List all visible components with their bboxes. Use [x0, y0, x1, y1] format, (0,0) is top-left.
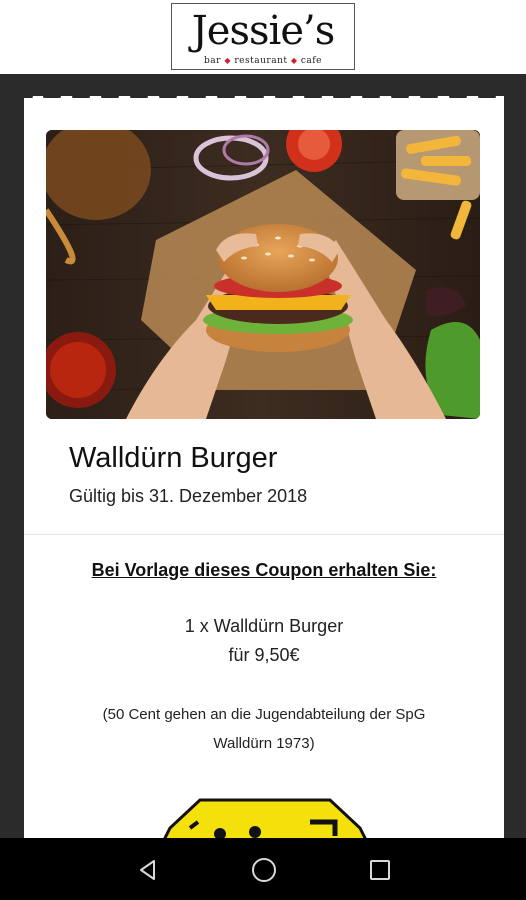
back-icon[interactable] [132, 854, 164, 886]
jessies-logo[interactable]: Jessie’s bar ◆ restaurant ◆ cafe [171, 3, 355, 70]
offer-heading: Bei Vorlage dieses Coupon erhalten Sie: [91, 560, 437, 580]
coupon-card: Walldürn Burger Gültig bis 31. Dezember … [24, 98, 504, 838]
android-navbar [0, 838, 526, 900]
burger-image [46, 130, 480, 419]
left-margin [0, 74, 24, 838]
coupon-validity: Gültig bis 31. Dezember 2018 [69, 486, 308, 506]
tagline-bar: bar [204, 56, 221, 66]
tagline-restaurant: restaurant [234, 56, 288, 66]
offer-note: (50 Cent gehen an die Jugendabteilung de… [102, 706, 426, 752]
offer-item: 1 x Walldürn Burger [184, 616, 344, 636]
coupon-title: Walldürn Burger [69, 442, 278, 474]
tagline-cafe: cafe [300, 56, 322, 66]
home-icon[interactable] [248, 854, 280, 886]
logo-tagline: bar ◆ restaurant ◆ cafe [204, 56, 322, 66]
logo-name: Jessie’s [191, 8, 335, 54]
app-header: Jessie’s bar ◆ restaurant ◆ cafe [0, 0, 526, 74]
offer-price: für 9,50€ [228, 645, 300, 665]
coupon-badge-graphic [160, 798, 370, 838]
recents-icon[interactable] [364, 854, 396, 886]
right-margin [504, 74, 526, 838]
section-divider [24, 534, 504, 535]
